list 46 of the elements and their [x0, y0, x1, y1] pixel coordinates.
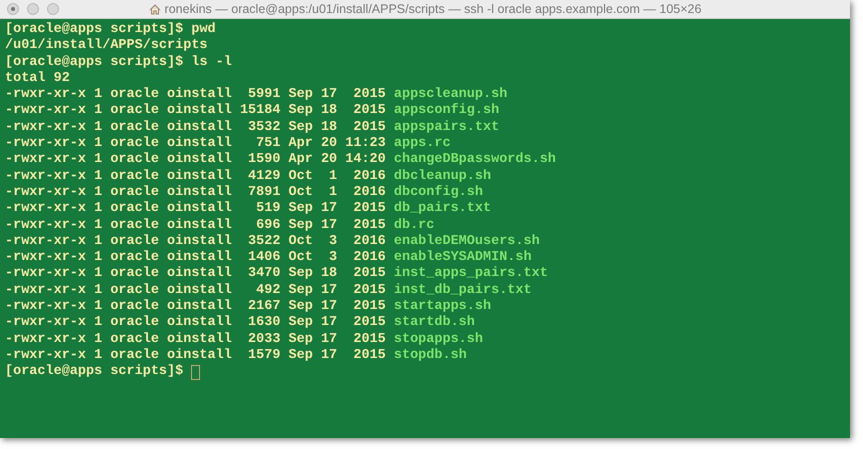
file-details: -rwxr-xr-x 1 oracle oinstall 3522 Oct 3 2016 [5, 234, 387, 250]
window-title: ronekins — oracle@apps:/u01/install/APPS/scripts — ssh -l oracle apps.example.com — 105×26 [164, 0, 702, 18]
file-name: inst_db_pairs.txt [394, 282, 532, 299]
close-button[interactable] [7, 3, 19, 15]
file-details: -rwxr-xr-x 1 oracle oinstall 7891 Oct 1 2016 [5, 184, 387, 201]
file-name: apps.rc [394, 136, 451, 152]
file-name: stopapps.sh [394, 332, 483, 348]
house-icon [148, 4, 161, 14]
file-details: -rwxr-xr-x 1 oracle oinstall 3532 Sep 18 2015 [5, 120, 387, 136]
zoom-button[interactable] [47, 3, 59, 15]
output-text: total 92 [5, 70, 70, 88]
shell-prompt: [oracle@apps scripts]$ [5, 22, 184, 38]
file-name: startapps.sh [394, 299, 492, 315]
file-name: db.rc [394, 218, 434, 234]
file-name: dbcleanup.sh [394, 168, 492, 185]
shell-prompt: [oracle@apps scripts]$ [5, 54, 184, 71]
file-name: inst_apps_pairs.txt [394, 266, 548, 283]
file-details: -rwxr-xr-x 1 oracle oinstall 3470 Sep 18 2015 [5, 266, 387, 283]
file-details: -rwxr-xr-x 1 oracle oinstall 5991 Sep 17 2015 [5, 87, 387, 103]
file-details: -rwxr-xr-x 1 oracle oinstall 492 Sep 17 2015 [5, 282, 387, 299]
command-text: pwd [191, 22, 216, 38]
file-details: -rwxr-xr-x 1 oracle oinstall 15184 Sep 18 2015 [5, 103, 387, 120]
file-name: dbconfig.sh [394, 184, 483, 201]
minimize-button[interactable] [27, 3, 39, 15]
file-details: -rwxr-xr-x 1 oracle oinstall 519 Sep 17 2015 [5, 201, 387, 218]
file-name: db_pairs.txt [394, 201, 492, 218]
file-details: -rwxr-xr-x 1 oracle oinstall 2033 Sep 17 2015 [5, 332, 387, 348]
shell-prompt: [oracle@apps scripts]$ [5, 364, 184, 381]
file-details: -rwxr-xr-x 1 oracle oinstall 1630 Sep 17 2015 [5, 315, 387, 332]
file-name: startdb.sh [394, 315, 475, 332]
file-details: -rwxr-xr-x 1 oracle oinstall 696 Sep 17 2015 [5, 218, 387, 234]
file-name: appsconfig.sh [394, 103, 500, 120]
file-name: stopdb.sh [394, 348, 467, 364]
file-name: appscleanup.sh [394, 87, 508, 103]
file-details: -rwxr-xr-x 1 oracle oinstall 4129 Oct 1 2016 [5, 168, 387, 185]
file-name: changeDBpasswords.sh [394, 152, 556, 169]
file-name: enableDEMOusers.sh [394, 234, 540, 250]
file-name: enableSYSADMIN.sh [394, 250, 532, 266]
command-text: ls -l [191, 54, 232, 71]
output-text: /u01/install/APPS/scripts [5, 38, 208, 55]
file-details: -rwxr-xr-x 1 oracle oinstall 1579 Sep 17 2015 [5, 348, 387, 364]
file-details: -rwxr-xr-x 1 oracle oinstall 1406 Oct 3 2016 [5, 250, 387, 266]
file-name: appspairs.txt [394, 120, 500, 136]
file-details: -rwxr-xr-x 1 oracle oinstall 1590 Apr 20 14:20 [5, 152, 387, 169]
file-details: -rwxr-xr-x 1 oracle oinstall 2167 Sep 17 2015 [5, 299, 387, 315]
file-details: -rwxr-xr-x 1 oracle oinstall 751 Apr 20 11:23 [5, 136, 387, 152]
